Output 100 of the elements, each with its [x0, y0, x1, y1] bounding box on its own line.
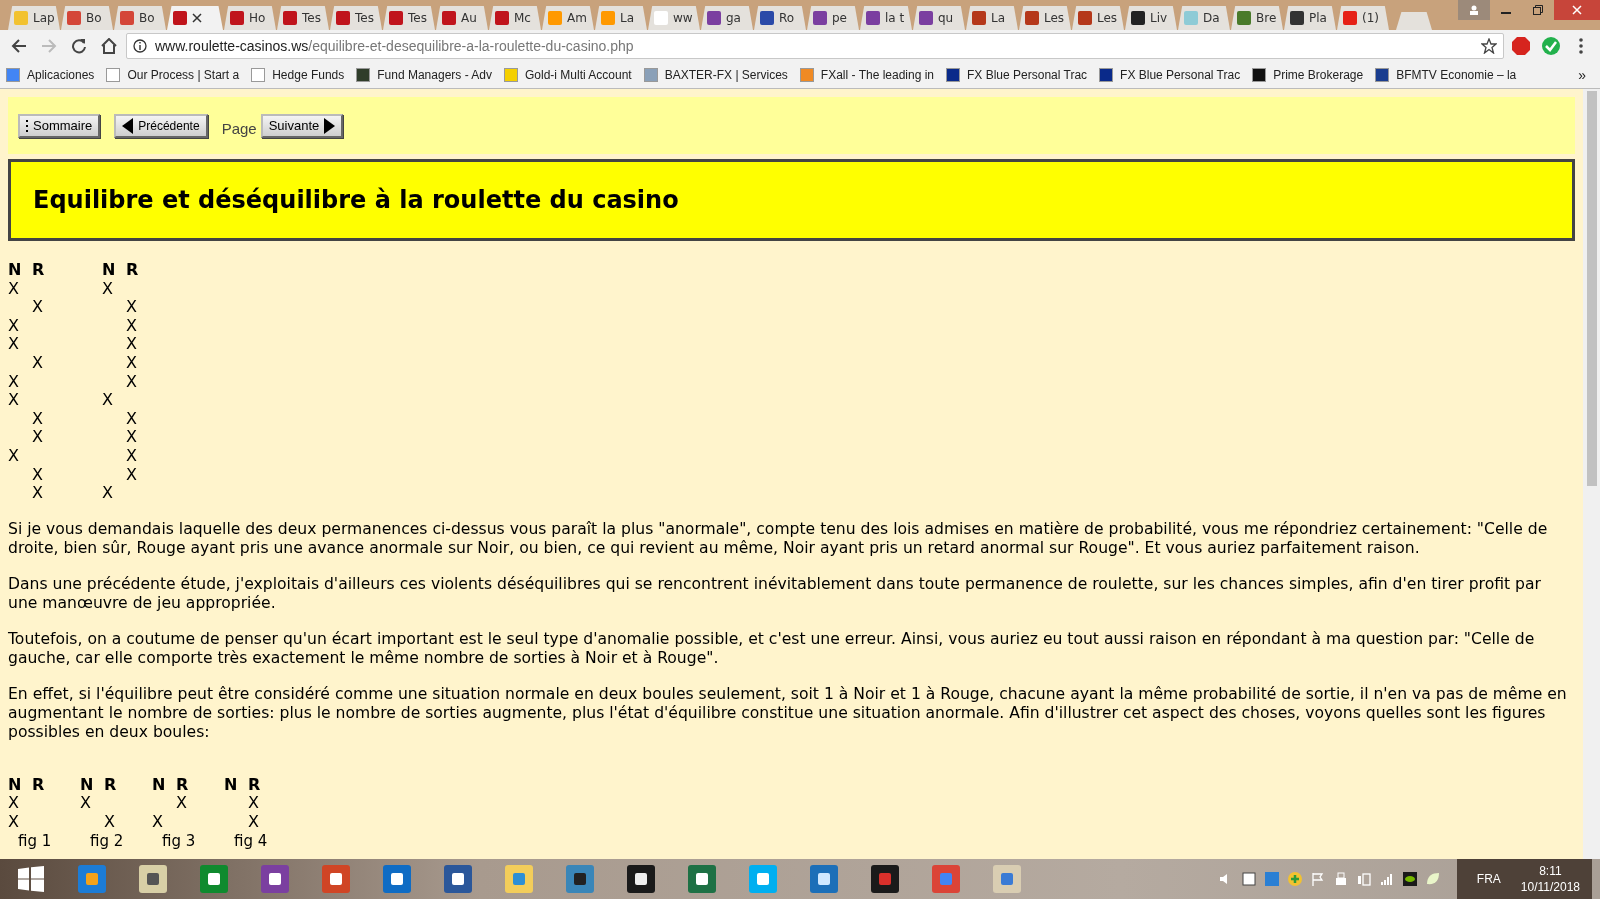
maximize-icon[interactable] — [1533, 5, 1543, 15]
browser-tab[interactable]: Bo — [61, 6, 113, 30]
browser-tab[interactable]: Mc — [489, 6, 541, 30]
next-button[interactable]: Suivante — [260, 113, 344, 138]
cell-mark: X — [102, 391, 114, 410]
browser-tab[interactable]: Ro — [754, 6, 806, 30]
bookmark[interactable]: BAXTER-FX | Services — [643, 68, 788, 82]
bookmark[interactable]: Prime Brokerage — [1252, 68, 1364, 82]
browser-tab[interactable]: Bre — [1231, 6, 1283, 30]
column-header: N — [152, 775, 167, 795]
cell-mark: X — [104, 812, 116, 832]
browser-tab[interactable]: La — [595, 6, 647, 30]
user-icon — [1469, 5, 1479, 15]
paragraph: Si je vous demandais laquelle des deux permanences ci-dessus vous paraît la plus "anormale", compte tenu des lois admises en matière de probabilité, vous me répondriez certainement: "Celle de droite, bien sûr, Rouge ayant pris une avance anormale sur Noir, ou bien, ce qui revient au même, Noir ayant pris un retard anormal sur Rouge". Et vous auriez parfaitement raison. — [8, 519, 1549, 558]
column-header: N — [8, 261, 23, 280]
cell-mark: X — [32, 484, 44, 503]
bookmark[interactable]: Gold-i Multi Account — [504, 68, 632, 82]
browser-tab[interactable]: la t — [860, 6, 912, 30]
browser-tab[interactable]: pe — [807, 6, 859, 30]
cell-mark: X — [8, 391, 20, 410]
bookmark[interactable]: Hedge Funds — [251, 68, 345, 82]
address-bar[interactable]: www.roulette-casinos.ws/equilibre-et-desequilibre-a-la-roulette-du-casino.php — [126, 33, 1504, 59]
cell-mark: X — [176, 794, 188, 813]
browser-tab[interactable]: (1) — [1337, 6, 1389, 30]
browser-tab[interactable]: Tes — [383, 6, 435, 30]
cell-mark: X — [8, 794, 20, 813]
column-header: R — [248, 775, 262, 795]
previous-button[interactable]: Précédente — [114, 113, 208, 138]
column-header: R — [176, 775, 190, 795]
bookmark[interactable]: BFMTV Economie – la — [1375, 68, 1517, 82]
column-header: N — [80, 775, 95, 795]
bookmark[interactable]: FX Blue Personal Trac — [1099, 68, 1241, 82]
browser-tab[interactable]: qu — [913, 6, 965, 30]
cell-mark: X — [126, 465, 138, 485]
signal-icon[interactable] — [1379, 872, 1394, 886]
cell-mark: X — [32, 298, 44, 317]
scrollbar-thumb[interactable] — [1586, 91, 1597, 486]
page-title: Equilibre et déséquilibre à la roulette du casino — [33, 186, 679, 214]
browser-tab[interactable]: Au — [436, 6, 488, 30]
more-bookmarks-button[interactable]: » — [1578, 67, 1586, 83]
checkmark-icon[interactable] — [1542, 37, 1560, 55]
browser-tab[interactable]: Bo — [114, 6, 166, 30]
column-header: N — [8, 775, 23, 795]
home-icon[interactable] — [101, 38, 117, 54]
cell-mark: X — [248, 794, 260, 813]
monitor-icon[interactable] — [1241, 872, 1256, 886]
cell-mark: X — [152, 812, 164, 832]
adblock-icon[interactable] — [1512, 37, 1530, 55]
star-icon[interactable] — [1481, 38, 1497, 54]
cell-mark: X — [8, 372, 20, 392]
cell-mark: X — [8, 279, 20, 299]
info-icon[interactable] — [133, 39, 147, 53]
cell-mark: X — [102, 484, 114, 503]
bookmark[interactable]: FXall - The leading in — [799, 68, 935, 82]
cell-mark: X — [126, 372, 138, 392]
close-icon — [1572, 5, 1582, 15]
bookmark[interactable]: Aplicaciones — [6, 68, 95, 82]
figure-caption: fig 1 — [17, 831, 53, 850]
browser-tab[interactable]: Da — [1178, 6, 1230, 30]
app-icon[interactable] — [77, 865, 106, 893]
back-icon[interactable] — [11, 38, 27, 54]
browser-tab[interactable]: Pla — [1284, 6, 1336, 30]
column-header: R — [126, 261, 140, 280]
battery-icon[interactable] — [1356, 872, 1371, 886]
bookmark[interactable]: Fund Managers - Adv — [356, 68, 492, 82]
close-icon[interactable] — [192, 13, 202, 23]
cell-mark: X — [32, 428, 44, 447]
browser-tab[interactable]: ww — [648, 6, 700, 30]
bookmark[interactable]: FX Blue Personal Trac — [946, 68, 1088, 82]
cell-mark: X — [248, 812, 260, 832]
close-button[interactable] — [1554, 0, 1600, 20]
scrollbar[interactable] — [1583, 89, 1600, 859]
menu-icon[interactable] — [1579, 38, 1583, 54]
browser-tab[interactable]: Les — [1072, 6, 1124, 30]
browser-tab[interactable]: Les — [1019, 6, 1071, 30]
user-button[interactable] — [1458, 0, 1490, 20]
bookmark[interactable]: Our Process | Start a — [106, 68, 240, 82]
dots-icon — [26, 118, 29, 133]
browser-tab[interactable]: ga — [701, 6, 753, 30]
page-label: Page — [221, 120, 257, 137]
language-indicator[interactable]: FRA — [1476, 872, 1501, 886]
clock-date[interactable]: 10/11/2018 — [1520, 879, 1580, 895]
browser-tab[interactable]: Lap — [8, 6, 60, 30]
windows-icon[interactable] — [17, 866, 44, 892]
browser-tab[interactable]: Am — [542, 6, 594, 30]
browser-tab[interactable]: Liv — [1125, 6, 1177, 30]
cell-mark: X — [8, 316, 20, 336]
cell-mark: X — [8, 335, 20, 354]
clock-time[interactable]: 8:11 — [1539, 863, 1562, 879]
browser-tab[interactable] — [167, 6, 223, 30]
browser-tab[interactable]: Tes — [277, 6, 329, 30]
column-header: R — [104, 775, 118, 795]
browser-tab[interactable]: Tes — [330, 6, 382, 30]
browser-tab[interactable]: La — [966, 6, 1018, 30]
summary-button[interactable]: Sommaire — [18, 113, 101, 138]
figure-caption: fig 2 — [89, 831, 125, 850]
triangle-left-icon — [122, 117, 135, 134]
browser-tab[interactable]: Ho — [224, 6, 276, 30]
reload-icon[interactable] — [71, 38, 87, 54]
triangle-right-icon — [323, 117, 336, 134]
